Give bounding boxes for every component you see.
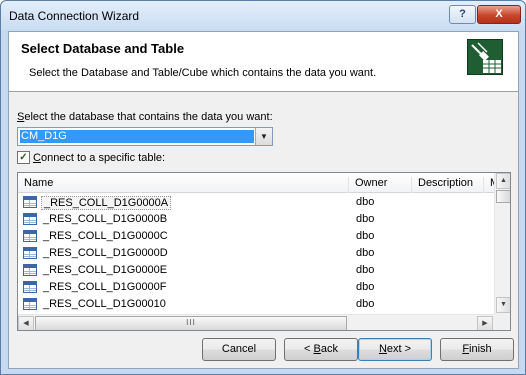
table-icon [23, 213, 37, 225]
scroll-right-icon[interactable]: ▶ [477, 316, 493, 330]
table-name: _RES_COLL_D1G0000A [41, 196, 172, 210]
database-label: Select the database that contains the da… [17, 111, 273, 123]
scroll-left-icon[interactable]: ◀ [18, 316, 34, 330]
table-owner: dbo [356, 281, 375, 293]
table-icon [23, 281, 37, 293]
table-row[interactable]: _RES_COLL_D1G0000A dbo [18, 194, 494, 211]
help-button[interactable]: ? [449, 5, 476, 24]
database-select[interactable]: CM_D1G ▼ [17, 127, 273, 146]
column-header-description[interactable]: Description [412, 177, 484, 193]
table-row[interactable]: _RES_COLL_D1G0000B dbo [18, 211, 494, 228]
back-button[interactable]: < Back [284, 338, 358, 361]
data-connection-icon [467, 39, 503, 75]
horizontal-scrollbar[interactable]: ◀ III ▶ [18, 314, 494, 330]
table-icon [23, 264, 37, 276]
horizontal-scroll-thumb[interactable]: III [35, 316, 347, 330]
table-owner: dbo [356, 213, 375, 225]
scrollbar-corner [494, 314, 510, 330]
table-row[interactable]: _RES_COLL_D1G0000D dbo [18, 245, 494, 262]
table-name: _RES_COLL_D1G0000B [43, 213, 168, 225]
table-list-header: Name Owner Description Mo [18, 173, 496, 193]
table-name: _RES_COLL_D1G0000F [43, 281, 167, 293]
vertical-scroll-thumb[interactable] [496, 190, 510, 203]
column-header-name[interactable]: Name [18, 177, 349, 193]
table-name: _RES_COLL_D1G00010 [43, 298, 166, 310]
table-owner: dbo [356, 264, 375, 276]
scroll-up-icon[interactable]: ▲ [496, 173, 510, 189]
table-icon [23, 196, 37, 208]
wizard-header: Select Database and Table Select the Dat… [9, 32, 518, 92]
table-owner: dbo [356, 247, 375, 259]
next-button[interactable]: Next > [358, 338, 432, 361]
table-owner: dbo [356, 196, 375, 208]
table-icon [23, 247, 37, 259]
table-owner: dbo [356, 298, 375, 310]
table-row[interactable]: _RES_COLL_D1G0000E dbo [18, 262, 494, 279]
close-button[interactable]: X [477, 5, 521, 24]
table-row[interactable]: _RES_COLL_D1G0000F dbo [18, 279, 494, 296]
window-title: Data Connection Wizard [9, 9, 140, 23]
dialog-window: Data Connection Wizard ? X Select Databa… [0, 0, 526, 375]
table-name: _RES_COLL_D1G0000D [43, 247, 168, 259]
connect-table-label[interactable]: Connect to a specific table: [33, 152, 165, 164]
column-header-owner[interactable]: Owner [349, 177, 412, 193]
cancel-button[interactable]: Cancel [202, 338, 276, 361]
table-list: Name Owner Description Mo _RES_COLL_D1G0… [17, 172, 511, 331]
scroll-down-icon[interactable]: ▼ [496, 297, 510, 313]
vertical-scrollbar[interactable]: ▲ ▼ [494, 173, 510, 314]
table-row[interactable]: _RES_COLL_D1G00010 dbo [18, 296, 494, 313]
connect-table-checkbox[interactable]: ✓ [17, 151, 30, 164]
chevron-down-icon[interactable]: ▼ [255, 128, 272, 145]
page-subtitle: Select the Database and Table/Cube which… [29, 67, 377, 79]
dialog-body: Select Database and Table Select the Dat… [8, 31, 519, 369]
title-bar[interactable]: Data Connection Wizard ? X [1, 1, 525, 31]
table-name: _RES_COLL_D1G0000C [43, 230, 168, 242]
table-name: _RES_COLL_D1G0000E [43, 264, 168, 276]
table-icon [23, 298, 37, 310]
table-icon [23, 230, 37, 242]
table-row[interactable]: _RES_COLL_D1G0000C dbo [18, 228, 494, 245]
table-owner: dbo [356, 230, 375, 242]
finish-button[interactable]: Finish [440, 338, 514, 361]
database-selected-value: CM_D1G [20, 130, 254, 143]
page-title: Select Database and Table [21, 41, 185, 56]
